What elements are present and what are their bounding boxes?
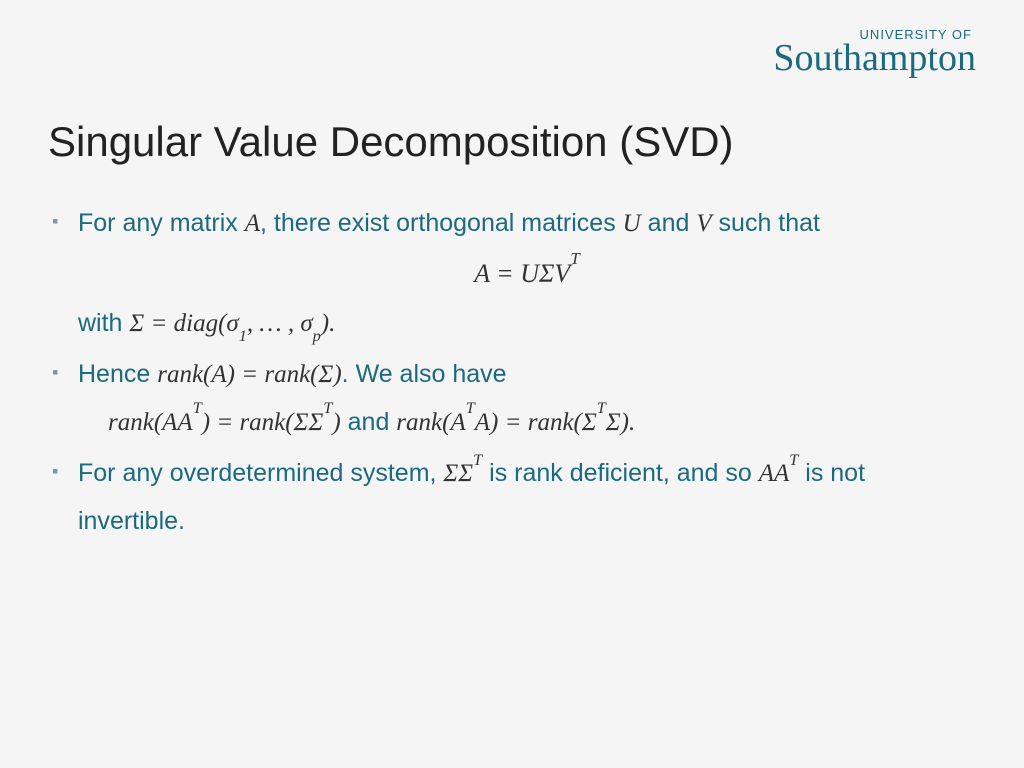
b1-math-U: U <box>623 210 641 237</box>
b3-math-2T: T <box>789 451 798 469</box>
with-subp: p <box>313 327 321 345</box>
b2-pre: Hence <box>78 360 157 388</box>
b3-math-2: AA <box>759 460 790 487</box>
with-math-mid: , … , σ <box>247 310 313 337</box>
b1-math-V: V <box>696 210 711 237</box>
eq2-dT: T <box>466 399 475 417</box>
with-math-end: ). <box>321 310 336 337</box>
b1-text-pre: For any matrix <box>78 209 245 237</box>
equation-rank: rank(AAT) = rank(ΣΣT) and rank(ATA) = ra… <box>78 399 976 447</box>
b1-text-mid2: and <box>641 209 697 237</box>
eq1-body: A = UΣV <box>474 259 570 288</box>
with-pre: with <box>78 309 129 337</box>
eq1-sup: T <box>570 249 579 268</box>
eq2-e: A) = rank(Σ <box>475 409 597 436</box>
eq2-c: ) <box>332 409 340 436</box>
eq2-b: ) = rank(ΣΣ <box>202 409 324 436</box>
logo-bottom-text: Southampton <box>773 39 976 77</box>
bullet-1: For any matrix A, there exist orthogonal… <box>48 200 976 347</box>
b3-mid: is rank deficient, and so <box>482 459 759 487</box>
b2-math-1: rank(A) = rank(Σ) <box>157 361 341 388</box>
eq2-bT: T <box>323 399 332 417</box>
eq2-and: and <box>341 408 397 436</box>
b3-math-1: ΣΣ <box>443 460 473 487</box>
eq2-aT: T <box>193 399 202 417</box>
b1-math-A: A <box>245 210 260 237</box>
b2-post: . We also have <box>342 360 507 388</box>
bullet-list: For any matrix A, there exist orthogonal… <box>48 200 976 545</box>
slide-content: For any matrix A, there exist orthogonal… <box>48 200 976 549</box>
bullet-3: For any overdetermined system, ΣΣT is ra… <box>48 450 976 545</box>
eq2-d: rank(A <box>396 409 465 436</box>
bullet-2: Hence rank(A) = rank(Σ). We also have ra… <box>48 351 976 446</box>
eq2-a: rank(AA <box>108 409 193 436</box>
b1-text-post: such that <box>712 209 820 237</box>
eq2-f: Σ). <box>606 409 635 436</box>
with-sub1: 1 <box>239 327 247 345</box>
b3-math-1T: T <box>473 451 482 469</box>
with-math-a: Σ = diag(σ <box>129 310 238 337</box>
b3-pre: For any overdetermined system, <box>78 459 443 487</box>
eq2-eT: T <box>597 399 606 417</box>
slide-title: Singular Value Decomposition (SVD) <box>48 118 734 166</box>
university-logo: UNIVERSITY OF Southampton <box>773 28 976 77</box>
equation-svd: A = UΣVT <box>78 248 976 300</box>
b1-text-mid1: , there exist orthogonal matrices <box>260 209 623 237</box>
